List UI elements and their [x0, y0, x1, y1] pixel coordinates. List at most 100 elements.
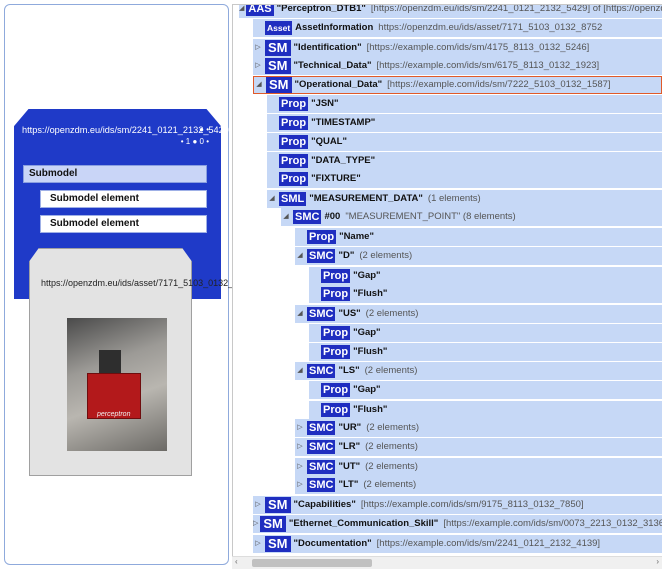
- prop-badge: Prop: [321, 383, 351, 397]
- scroll-left-icon[interactable]: ‹: [235, 557, 238, 566]
- smc-badge: SMC: [307, 307, 336, 321]
- tree-row[interactable]: Prop "Gap": [309, 267, 662, 285]
- tree-row[interactable]: ▷ SM "Identification" [https://example.com/…: [253, 39, 662, 57]
- asset-badge: Asset: [265, 21, 293, 35]
- expanded-caret-icon[interactable]: ◢: [267, 190, 277, 208]
- tree-row[interactable]: Prop "TIMESTAMP": [267, 114, 662, 132]
- tree-row[interactable]: Prop "Flush": [309, 401, 662, 419]
- tree-row[interactable]: Prop "QUAL": [267, 133, 662, 151]
- tree-row[interactable]: ◢ SML "MEASUREMENT_DATA" (1 elements): [267, 190, 662, 208]
- tree-row[interactable]: ▷ SM "Capabilities" [https://example.com/id…: [253, 496, 662, 514]
- collapsed-caret-icon[interactable]: ▷: [295, 438, 305, 456]
- smc-badge: SMC: [307, 440, 336, 454]
- tree-item-name: "Documentation": [293, 538, 372, 549]
- collapsed-caret-icon[interactable]: ▷: [295, 419, 305, 437]
- tree-row[interactable]: ▷ SM "Documentation" [https://example.com/i…: [253, 535, 662, 553]
- collapsed-caret-icon[interactable]: ▷: [295, 458, 305, 476]
- sm-badge: SM: [266, 77, 292, 93]
- tree-item-info: (2 elements): [366, 422, 419, 433]
- prop-badge: Prop: [307, 230, 337, 244]
- tree-row[interactable]: Asset AssetInformation https://openzdm.eu/…: [253, 19, 662, 37]
- tree-item-name: "Gap": [353, 270, 381, 281]
- collapsed-caret-icon[interactable]: ▷: [253, 496, 263, 514]
- tree-item-info: (2 elements): [363, 479, 417, 490]
- aas-id-text: https://openzdm.eu/ids/sm/2241_0121_2132…: [22, 125, 229, 135]
- tree-row[interactable]: ▷ SM "Technical_Data" [https://example.com/…: [253, 57, 662, 75]
- tree-item-name: AssetInformation: [295, 22, 374, 33]
- tree-item-name: "QUAL": [311, 136, 347, 147]
- smc-badge: SMC: [293, 210, 322, 224]
- tree-item-name: "LT": [338, 479, 359, 490]
- tree-item-name: "MEASUREMENT_DATA": [309, 193, 423, 204]
- tree-row[interactable]: ◢ SM "Operational_Data" [https://example.co…: [253, 76, 662, 94]
- submodel-element-1[interactable]: Submodel element: [40, 190, 207, 208]
- tree-row[interactable]: ◢ SMC "D" (2 elements): [295, 247, 662, 265]
- tree-item-name: "TIMESTAMP": [311, 117, 376, 128]
- tree-item-info: [https://example.com/ids/sm/6175_8113_01…: [376, 60, 600, 71]
- prop-badge: Prop: [279, 97, 309, 111]
- collapsed-caret-icon[interactable]: ▷: [253, 535, 263, 553]
- tree-row[interactable]: ◢ AAS "Perceptron_DTB1" [https://openzdm.eu…: [239, 4, 662, 18]
- aas-badge: AAS: [246, 4, 274, 16]
- tree-item-info: [https://example.com/ids/sm/0073_2213_01…: [443, 518, 662, 529]
- tree-item-name: "Flush": [353, 346, 388, 357]
- prop-badge: Prop: [321, 287, 351, 301]
- expanded-caret-icon[interactable]: ◢: [295, 305, 305, 323]
- tree-item-name: "Perceptron_DTB1": [276, 4, 366, 14]
- tree-row[interactable]: ◢ SMC "LS" (2 elements): [295, 362, 662, 380]
- expanded-caret-icon[interactable]: ◢: [281, 208, 291, 226]
- tree-row[interactable]: Prop "Gap": [309, 381, 662, 399]
- tree-item-info: "MEASUREMENT_POINT" (8 elements): [345, 211, 516, 222]
- smc-badge: SMC: [307, 364, 336, 378]
- tree-row[interactable]: ▷ SMC "UR" (2 elements): [295, 419, 662, 437]
- tree-row[interactable]: ▷ SMC "LT" (2 elements): [295, 476, 662, 494]
- tree-item-name: "Name": [339, 231, 374, 242]
- collapsed-caret-icon[interactable]: ▷: [253, 515, 258, 533]
- expanded-caret-icon[interactable]: ◢: [295, 362, 305, 380]
- tree-row[interactable]: Prop "Flush": [309, 285, 662, 303]
- smc-badge: SMC: [307, 478, 336, 492]
- tree-row[interactable]: ▷ SMC "UT" (2 elements): [295, 458, 662, 476]
- tree-row[interactable]: Prop "JSN": [267, 95, 662, 113]
- collapsed-caret-icon[interactable]: ▷: [295, 476, 305, 494]
- tree-item-info: [https://example.com/ids/sm/2241_0121_21…: [376, 538, 601, 549]
- tree-row[interactable]: ◢ SMC "US" (2 elements): [295, 305, 662, 323]
- tree-item-name: "Flush": [353, 288, 388, 299]
- tree-item-name: "Ethernet_Communication_Skill": [288, 518, 439, 529]
- smc-badge: SMC: [307, 421, 336, 435]
- expanded-caret-icon[interactable]: ◢: [239, 5, 244, 18]
- expanded-caret-icon[interactable]: ◢: [295, 247, 305, 265]
- tree-row[interactable]: Prop "Flush": [309, 343, 662, 361]
- submodel-card[interactable]: Submodel: [23, 165, 207, 183]
- tree-row[interactable]: ▷ SM "Ethernet_Communication_Skill" [https:…: [253, 515, 662, 533]
- photo-label: perceptron: [97, 411, 131, 418]
- prop-badge: Prop: [279, 135, 309, 149]
- tree-row[interactable]: Prop "Gap": [309, 324, 662, 342]
- expanded-caret-icon[interactable]: ◢: [254, 76, 264, 94]
- tree-item-name: "JSN": [311, 98, 339, 109]
- prop-badge: Prop: [321, 345, 351, 359]
- smc-badge: SMC: [307, 249, 336, 263]
- collapsed-caret-icon[interactable]: ▷: [253, 39, 263, 57]
- sm-badge: SM: [265, 40, 291, 56]
- tree-item-info: [https://example.com/ids/sm/9175_8113_01…: [360, 499, 584, 510]
- tree-row[interactable]: ▷ SMC "LR" (2 elements): [295, 438, 662, 456]
- asset-photo: perceptron: [67, 318, 167, 451]
- scroll-thumb[interactable]: [252, 559, 372, 567]
- prop-badge: Prop: [321, 403, 351, 417]
- aas-tree-view[interactable]: ◢ AAS "Perceptron_DTB1" [https://openzdm.eu…: [232, 4, 662, 567]
- tree-row[interactable]: Prop "DATA_TYPE": [267, 152, 662, 170]
- prop-badge: Prop: [321, 326, 351, 340]
- scroll-right-icon[interactable]: ›: [656, 557, 659, 566]
- asset-id-text: https://openzdm.eu/ids/asset/7171_5103_0…: [41, 278, 254, 288]
- tree-row[interactable]: ◢ SMC #00 "MEASUREMENT_POINT" (8 elements): [281, 208, 662, 226]
- tree-item-info: (2 elements): [365, 461, 418, 472]
- collapsed-caret-icon[interactable]: ▷: [253, 57, 263, 75]
- tree-item-name: "Gap": [353, 327, 381, 338]
- tree-row[interactable]: Prop "FIXTURE": [267, 170, 662, 188]
- submodel-element-2[interactable]: Submodel element: [40, 215, 207, 233]
- tree-row[interactable]: Prop "Name": [295, 228, 662, 246]
- prop-badge: Prop: [279, 172, 309, 186]
- tree-item-name: "Identification": [293, 42, 362, 53]
- horizontal-scrollbar[interactable]: ‹ ›: [232, 556, 662, 569]
